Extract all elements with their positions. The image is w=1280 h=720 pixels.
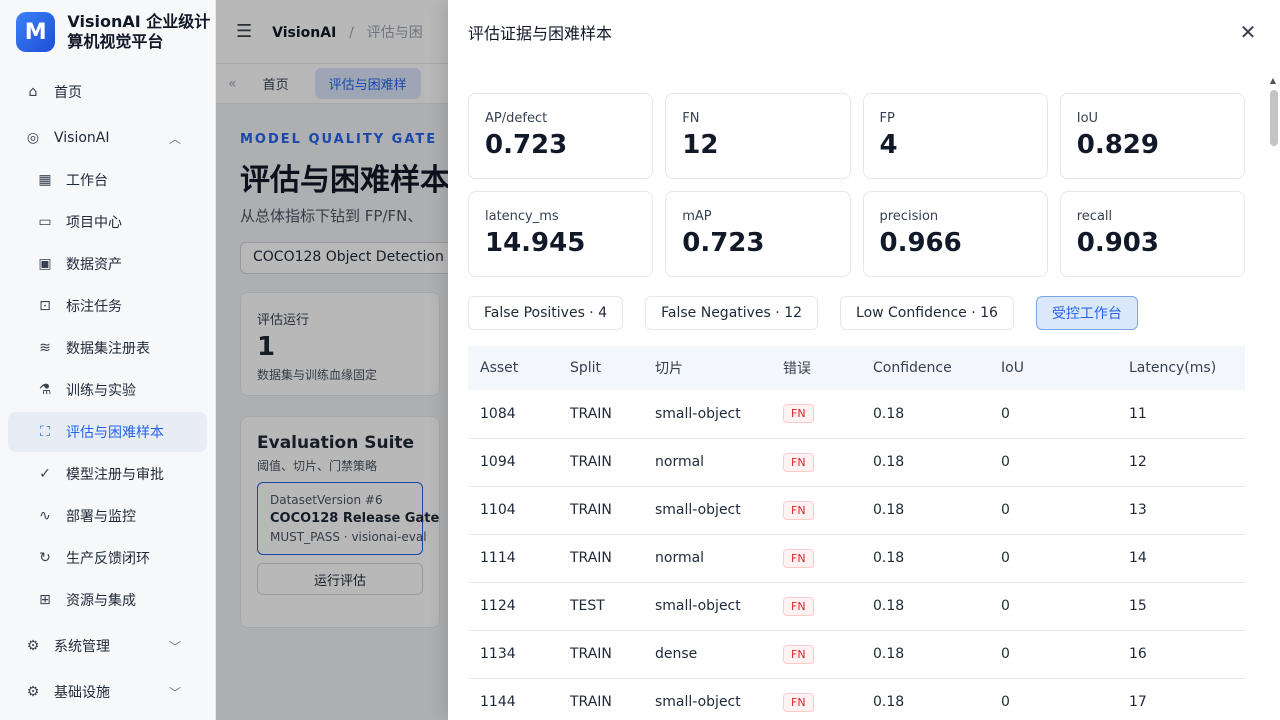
drawer-title: 评估证据与困难样本	[468, 24, 613, 43]
refresh-icon: ↻	[39, 550, 51, 566]
app-logo: M	[16, 12, 56, 52]
column-header[interactable]: Latency(ms)	[1117, 346, 1245, 390]
database-icon: ≋	[39, 340, 51, 356]
table-row[interactable]: 1144 TRAIN small-object FN 0.18 0 17	[468, 678, 1245, 720]
plugin-icon: ⊞	[39, 592, 51, 608]
check-circle-icon: ✓	[39, 466, 51, 482]
sidebar-item-label: 资源与集成	[66, 593, 136, 609]
focus-icon: ⛶	[40, 424, 50, 440]
column-header[interactable]: Asset	[468, 346, 558, 390]
sidebar-item-dataset-registry[interactable]: ≋ 数据集注册表	[8, 328, 207, 368]
sidebar-item-label: 工作台	[66, 173, 108, 189]
metric-card: FP 4	[862, 93, 1048, 179]
sidebar-item-label: 标注任务	[66, 299, 122, 315]
sidebar: M VisionAI 企业级计算机视觉平台 ⌂ 首页 ◎ VisionAI ︿ …	[0, 0, 216, 720]
image-icon: ▣	[38, 256, 52, 272]
brand: M VisionAI 企业级计算机视觉平台	[0, 0, 215, 64]
hard-samples-table: Asset Split 切片 错误 Confidence IoU Latency…	[468, 346, 1245, 720]
error-badge: FN	[783, 404, 814, 424]
drawer-header: 评估证据与困难样本 ✕	[448, 0, 1280, 64]
grid-icon: ▦	[38, 172, 52, 188]
sidebar-item-infra[interactable]: ⚙ 基础设施 ﹀	[8, 672, 207, 712]
chevron-up-icon: ︿	[168, 131, 181, 146]
folder-icon: ▭	[38, 214, 52, 230]
error-badge: FN	[783, 596, 814, 616]
sidebar-item-visionai[interactable]: ◎ VisionAI ︿	[8, 118, 207, 158]
column-header[interactable]: IoU	[989, 346, 1117, 390]
gear-icon: ⚙	[26, 638, 40, 654]
cog-icon: ⚙	[26, 684, 40, 700]
sidebar-item-projects[interactable]: ▭ 项目中心	[8, 202, 207, 242]
metric-card: IoU 0.829	[1059, 93, 1245, 179]
filter-false-negatives-button[interactable]: False Negatives · 12	[645, 296, 819, 330]
column-header[interactable]: 错误	[771, 346, 861, 390]
column-header[interactable]: 切片	[643, 346, 771, 390]
table-row[interactable]: 1094 TRAIN normal FN 0.18 0 12	[468, 438, 1245, 487]
sidebar-item-training[interactable]: ⚗ 训练与实验	[8, 370, 207, 410]
error-badge: FN	[783, 644, 814, 664]
drawer-scrollbar[interactable]: ▲	[1268, 76, 1278, 716]
sidebar-item-label: 部署与监控	[66, 509, 136, 525]
home-icon: ⌂	[28, 84, 38, 100]
column-header[interactable]: Split	[558, 346, 643, 390]
sidebar-item-label: 数据资产	[66, 257, 122, 273]
sidebar-item-label: 训练与实验	[66, 383, 136, 399]
table-header-row: Asset Split 切片 错误 Confidence IoU Latency…	[468, 346, 1245, 390]
column-header[interactable]: Confidence	[861, 346, 989, 390]
sidebar-item-feedback[interactable]: ↻ 生产反馈闭环	[8, 538, 207, 578]
chevron-down-icon: ﹀	[168, 639, 181, 654]
modal-overlay[interactable]	[216, 0, 448, 720]
controlled-workbench-button[interactable]: 受控工作台	[1035, 296, 1138, 330]
table-row[interactable]: 1124 TEST small-object FN 0.18 0 15	[468, 582, 1245, 631]
scroll-thumb[interactable]	[1270, 90, 1278, 146]
sidebar-item-label: 系统管理	[54, 639, 110, 655]
evidence-drawer: 评估证据与困难样本 ✕ AP/defect 0.723 FN 12 FP 4 IoU 0…	[448, 0, 1280, 720]
sidebar-item-label: 数据集注册表	[66, 341, 150, 357]
sidebar-item-label: 模型注册与审批	[66, 467, 164, 483]
sidebar-item-label: 基础设施	[54, 685, 110, 701]
metric-card: recall 0.903	[1059, 191, 1245, 277]
table-row[interactable]: 1114 TRAIN normal FN 0.18 0 14	[468, 534, 1245, 583]
filter-false-positives-button[interactable]: False Positives · 4	[468, 296, 624, 330]
sidebar-item-label: 评估与困难样本	[66, 425, 164, 441]
sidebar-item-label: VisionAI	[54, 130, 110, 146]
pulse-icon: ∿	[39, 508, 51, 524]
sidebar-item-label: 首页	[54, 85, 82, 101]
sidebar-item-evaluation[interactable]: ⛶ 评估与困难样本	[8, 412, 207, 452]
close-icon[interactable]: ✕	[1236, 20, 1260, 44]
sidebar-nav: ⌂ 首页 ◎ VisionAI ︿ ▦ 工作台 ▭ 项目中心 ▣ 数据资产 ⊡ …	[0, 72, 215, 712]
sidebar-item-deploy[interactable]: ∿ 部署与监控	[8, 496, 207, 536]
metric-card: FN 12	[665, 93, 851, 179]
sidebar-item-data-assets[interactable]: ▣ 数据资产	[8, 244, 207, 284]
tag-icon: ⊡	[39, 298, 51, 314]
sidebar-item-resources[interactable]: ⊞ 资源与集成	[8, 580, 207, 620]
error-badge: FN	[783, 500, 814, 520]
metric-card: latency_ms 14.945	[468, 191, 654, 277]
metric-card: precision 0.966	[862, 191, 1048, 277]
app-name: VisionAI 企业级计算机视觉平台	[67, 12, 211, 51]
table-row[interactable]: 1084 TRAIN small-object FN 0.18 0 11	[468, 390, 1245, 439]
error-badge: FN	[783, 452, 814, 472]
metrics-grid: AP/defect 0.723 FN 12 FP 4 IoU 0.829 latency…	[468, 93, 1245, 277]
table-row[interactable]: 1104 TRAIN small-object FN 0.18 0 13	[468, 486, 1245, 535]
sidebar-item-annotation[interactable]: ⊡ 标注任务	[8, 286, 207, 326]
sidebar-item-model-registry[interactable]: ✓ 模型注册与审批	[8, 454, 207, 494]
sidebar-item-system[interactable]: ⚙ 系统管理 ﹀	[8, 626, 207, 666]
filter-low-confidence-button[interactable]: Low Confidence · 16	[840, 296, 1014, 330]
chevron-down-icon: ﹀	[168, 685, 181, 700]
error-badge: FN	[783, 692, 814, 712]
sidebar-item-label: 项目中心	[66, 215, 122, 231]
table-row[interactable]: 1134 TRAIN dense FN 0.18 0 16	[468, 630, 1245, 679]
sidebar-item-home[interactable]: ⌂ 首页	[8, 72, 207, 112]
sidebar-item-workbench[interactable]: ▦ 工作台	[8, 160, 207, 200]
filter-bar: False Positives · 4 False Negatives · 12…	[468, 296, 1160, 330]
scroll-up-icon[interactable]: ▲	[1268, 76, 1278, 86]
flask-icon: ⚗	[38, 382, 52, 398]
scan-icon: ◎	[26, 130, 40, 146]
error-badge: FN	[783, 548, 814, 568]
metric-card: AP/defect 0.723	[468, 93, 654, 179]
metric-card: mAP 0.723	[665, 191, 851, 277]
sidebar-item-label: 生产反馈闭环	[66, 551, 150, 567]
